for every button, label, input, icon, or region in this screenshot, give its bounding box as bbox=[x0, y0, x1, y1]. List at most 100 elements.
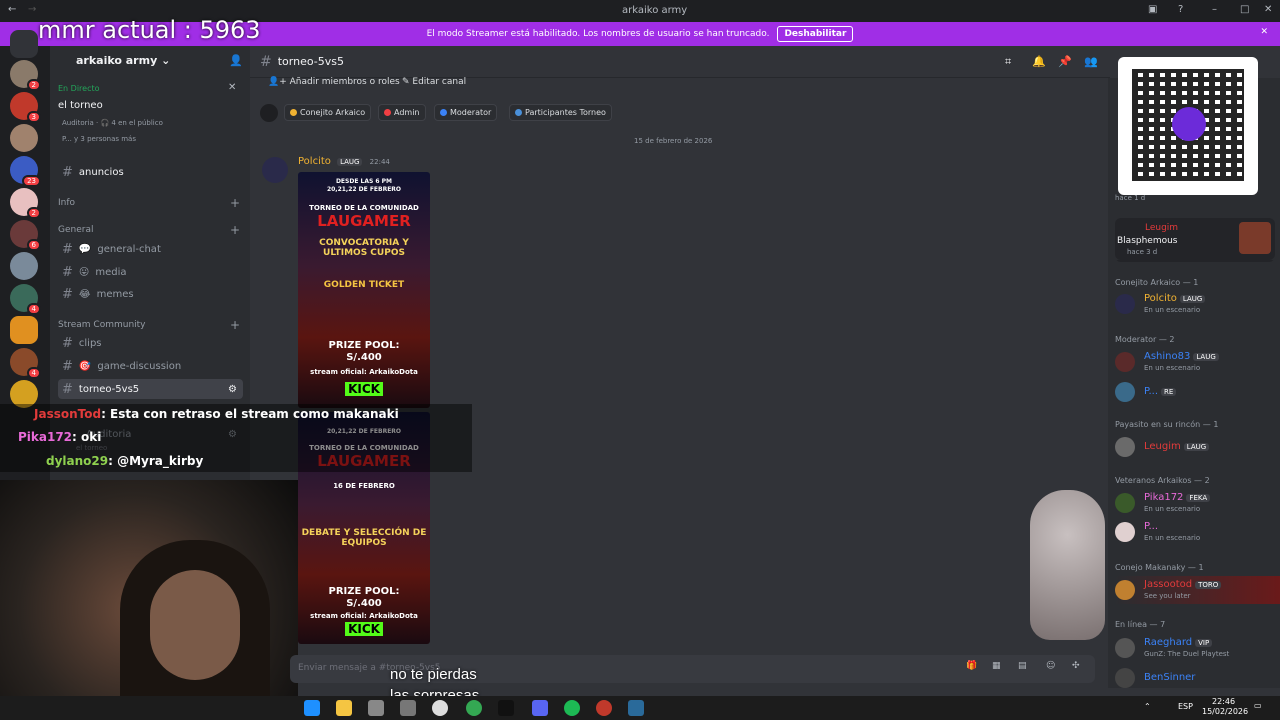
chat-line: JassonTod: Esta con retraso el stream co… bbox=[34, 407, 399, 421]
discord-home-icon[interactable] bbox=[10, 30, 38, 58]
back-arrow-icon[interactable]: ← bbox=[8, 4, 16, 15]
member-list-icon[interactable]: 👥 bbox=[1084, 55, 1098, 68]
role-tag[interactable]: Participantes Torneo bbox=[509, 104, 612, 121]
yape-logo-icon bbox=[1172, 107, 1206, 141]
clock-time[interactable]: 22:46 bbox=[1212, 697, 1235, 706]
gift-icon[interactable]: 🎁 bbox=[966, 661, 977, 671]
role-tag[interactable]: Conejito Arkaico bbox=[284, 104, 372, 121]
channel-general-chat[interactable]: # 💬 general-chat bbox=[58, 239, 243, 259]
app-icon[interactable] bbox=[596, 700, 612, 716]
bell-icon[interactable]: 🔔 bbox=[1032, 55, 1046, 68]
server-icon[interactable] bbox=[10, 252, 38, 280]
avatar[interactable] bbox=[262, 157, 288, 183]
member-item[interactable]: Raeghard VIP GunZ: The Duel Playtest bbox=[1115, 634, 1280, 662]
add-channel-icon[interactable]: + bbox=[230, 223, 240, 237]
server-icon[interactable] bbox=[10, 124, 38, 152]
server-icon[interactable] bbox=[10, 316, 38, 344]
channel-media[interactable]: # 😛 media bbox=[58, 262, 243, 282]
server-icon[interactable]: 23 bbox=[10, 156, 41, 187]
server-icon[interactable]: 2 bbox=[10, 60, 41, 91]
role-dot-icon bbox=[515, 109, 522, 116]
server-icon[interactable]: 3 bbox=[10, 92, 41, 123]
chrome-icon[interactable] bbox=[466, 700, 482, 716]
maximize-icon[interactable]: □ bbox=[1240, 4, 1249, 15]
avatar bbox=[1115, 668, 1135, 688]
tray-chevron-icon[interactable]: ⌃ bbox=[1144, 702, 1151, 711]
yape-qr-code-image bbox=[1118, 57, 1258, 195]
channel-clips[interactable]: # clips bbox=[58, 333, 243, 353]
stage-participants: P... y 3 personas más bbox=[62, 135, 136, 143]
chat-user: Pika172 bbox=[18, 430, 73, 444]
disable-streamer-button[interactable]: Deshabilitar bbox=[777, 26, 854, 42]
member-item[interactable]: Leugim LAUG bbox=[1115, 433, 1280, 461]
member-item[interactable]: Jassootod TORO See you later bbox=[1115, 576, 1280, 604]
category-info[interactable]: Info bbox=[58, 198, 75, 208]
poster-text: stream oficial: ArkaikoDota bbox=[310, 612, 418, 620]
close-live-icon[interactable]: ✕ bbox=[228, 82, 236, 93]
chat-line: Pika172: oki bbox=[18, 430, 101, 444]
avatar bbox=[1115, 437, 1135, 457]
file-explorer-icon[interactable] bbox=[336, 700, 352, 716]
close-window-icon[interactable]: ✕ bbox=[1264, 4, 1272, 15]
discord-icon[interactable] bbox=[532, 700, 548, 716]
category-stream-community[interactable]: Stream Community bbox=[58, 320, 146, 330]
edge-icon[interactable] bbox=[304, 700, 320, 716]
add-members-button[interactable]: 👤+ Añadir miembros o roles bbox=[268, 77, 400, 87]
add-friend-icon[interactable]: 👤 bbox=[229, 54, 243, 67]
notification-icon[interactable]: ▭ bbox=[1254, 701, 1262, 710]
avatar bbox=[1115, 382, 1135, 402]
poster-text: CONVOCATORIA Y ULTIMOS CUPOS bbox=[319, 238, 409, 258]
server-icon[interactable]: 4 bbox=[10, 348, 41, 379]
role-tag[interactable]: Admin bbox=[378, 104, 426, 121]
hash-icon: # bbox=[62, 164, 73, 180]
server-icon[interactable]: 4 bbox=[10, 284, 41, 315]
apps-icon[interactable]: ✣ bbox=[1072, 661, 1080, 671]
settings-icon[interactable]: ⚙ bbox=[228, 384, 237, 395]
member-item[interactable]: P... En un escenario bbox=[1115, 518, 1280, 546]
member-item[interactable]: Pika172 FEKA En un escenario bbox=[1115, 489, 1280, 517]
help-icon[interactable]: ? bbox=[1178, 4, 1183, 15]
channel-anuncios[interactable]: # anuncios bbox=[58, 162, 243, 182]
tournament-poster-image[interactable]: DESDE LAS 6 PM 20,21,22 DE FEBRERO TORNE… bbox=[298, 172, 430, 408]
member-item[interactable]: Polcito LAUG En un escenario bbox=[1115, 290, 1280, 318]
member-item[interactable]: BenSinner bbox=[1115, 664, 1280, 692]
role-dot-icon bbox=[440, 109, 447, 116]
avatar bbox=[1115, 493, 1135, 513]
add-channel-icon[interactable]: + bbox=[230, 318, 240, 332]
member-item[interactable]: P... RE bbox=[1115, 378, 1280, 406]
threads-icon[interactable]: ⌗ bbox=[1005, 55, 1011, 69]
role-tag[interactable]: Moderator bbox=[434, 104, 498, 121]
channel-memes[interactable]: # 😂 memes bbox=[58, 284, 243, 304]
channel-torneo-5vs5[interactable]: # torneo-5vs5 ⚙ bbox=[58, 379, 243, 399]
forward-arrow-icon[interactable]: → bbox=[28, 4, 36, 15]
chat-user: dylano29 bbox=[46, 454, 109, 468]
app-icon[interactable] bbox=[400, 700, 416, 716]
language-indicator[interactable]: ESP bbox=[1178, 702, 1193, 711]
live-stage-title[interactable]: el torneo bbox=[58, 100, 103, 111]
server-header[interactable]: arkaiko army ⌄ 👤 bbox=[58, 54, 243, 72]
pin-icon[interactable]: 📌 bbox=[1058, 55, 1072, 68]
clock-date[interactable]: 15/02/2026 bbox=[1202, 707, 1248, 716]
server-name: arkaiko army bbox=[76, 54, 158, 67]
edit-channel-button[interactable]: ✎ Editar canal bbox=[402, 77, 466, 87]
member-item[interactable]: Ashino83 LAUG En un escenario bbox=[1115, 348, 1280, 376]
server-icon[interactable]: 2 bbox=[10, 188, 41, 219]
emoji-icon[interactable]: ☺ bbox=[1046, 661, 1055, 671]
sticker-icon[interactable]: ▤ bbox=[1018, 661, 1027, 671]
spotify-icon[interactable] bbox=[564, 700, 580, 716]
server-icon[interactable]: 6 bbox=[10, 220, 41, 251]
obs-icon[interactable] bbox=[432, 700, 448, 716]
hash-icon: # bbox=[62, 264, 73, 280]
activity-card[interactable]: Leugim Blasphemous hace 3 d bbox=[1115, 218, 1275, 260]
inbox-icon[interactable]: ▣ bbox=[1148, 4, 1157, 15]
app-icon[interactable] bbox=[368, 700, 384, 716]
add-channel-icon[interactable]: + bbox=[230, 196, 240, 210]
close-banner-icon[interactable]: ✕ bbox=[1260, 27, 1268, 37]
category-general[interactable]: General bbox=[58, 225, 93, 235]
message-author[interactable]: Polcito bbox=[298, 156, 331, 167]
channel-game-discussion[interactable]: # 🎯 game-discussion bbox=[58, 356, 243, 376]
minimize-icon[interactable]: – bbox=[1212, 4, 1217, 15]
photos-icon[interactable] bbox=[628, 700, 644, 716]
tiktok-icon[interactable] bbox=[498, 700, 514, 716]
gif-icon[interactable]: ▦ bbox=[992, 661, 1001, 671]
